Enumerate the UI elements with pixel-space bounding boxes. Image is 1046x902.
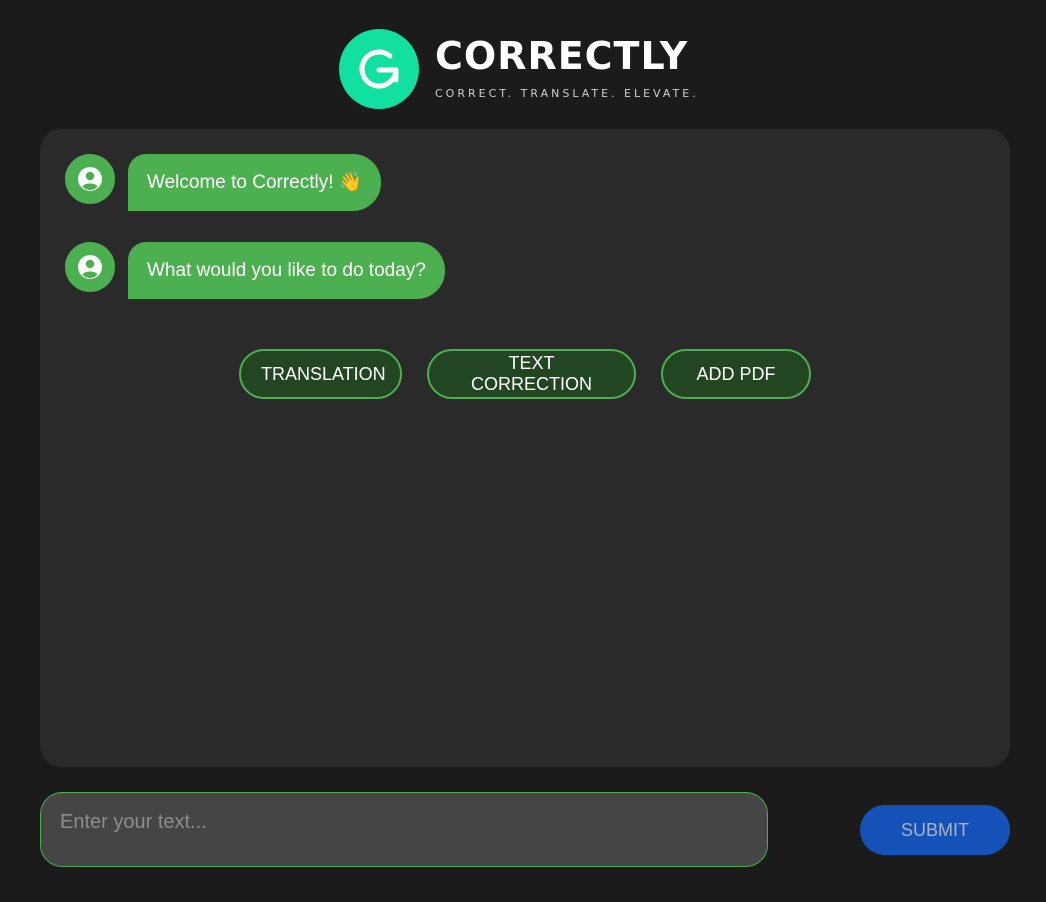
message-bubble: What would you like to do today?: [128, 242, 445, 299]
bot-message: What would you like to do today?: [65, 242, 445, 299]
brand-tagline: CORRECT. TRANSLATE. ELEVATE.: [435, 87, 699, 100]
message-bubble: Welcome to Correctly! 👋: [128, 154, 382, 211]
submit-button[interactable]: SUBMIT: [860, 805, 1010, 855]
g-arrow-logo-icon: [339, 29, 419, 109]
add-pdf-button[interactable]: ADD PDF: [661, 349, 811, 399]
chat-panel: Welcome to Correctly! 👋 What would you l…: [40, 129, 1010, 767]
logo-text: CORRECTLY CORRECT. TRANSLATE. ELEVATE.: [435, 29, 699, 100]
translation-button[interactable]: TRANSLATION: [239, 349, 402, 399]
composer: [40, 792, 768, 867]
text-correction-button[interactable]: TEXT CORRECTION: [427, 349, 636, 399]
user-circle-icon: [65, 154, 115, 204]
user-circle-icon: [65, 242, 115, 292]
app-header: CORRECTLY CORRECT. TRANSLATE. ELEVATE.: [339, 29, 699, 111]
option-buttons: TRANSLATION TEXT CORRECTION ADD PDF: [40, 349, 1010, 399]
app-page: CORRECTLY CORRECT. TRANSLATE. ELEVATE. W…: [0, 0, 1046, 902]
bot-message: Welcome to Correctly! 👋: [65, 154, 382, 211]
text-input[interactable]: [40, 792, 768, 867]
brand-name: CORRECTLY: [435, 34, 689, 78]
